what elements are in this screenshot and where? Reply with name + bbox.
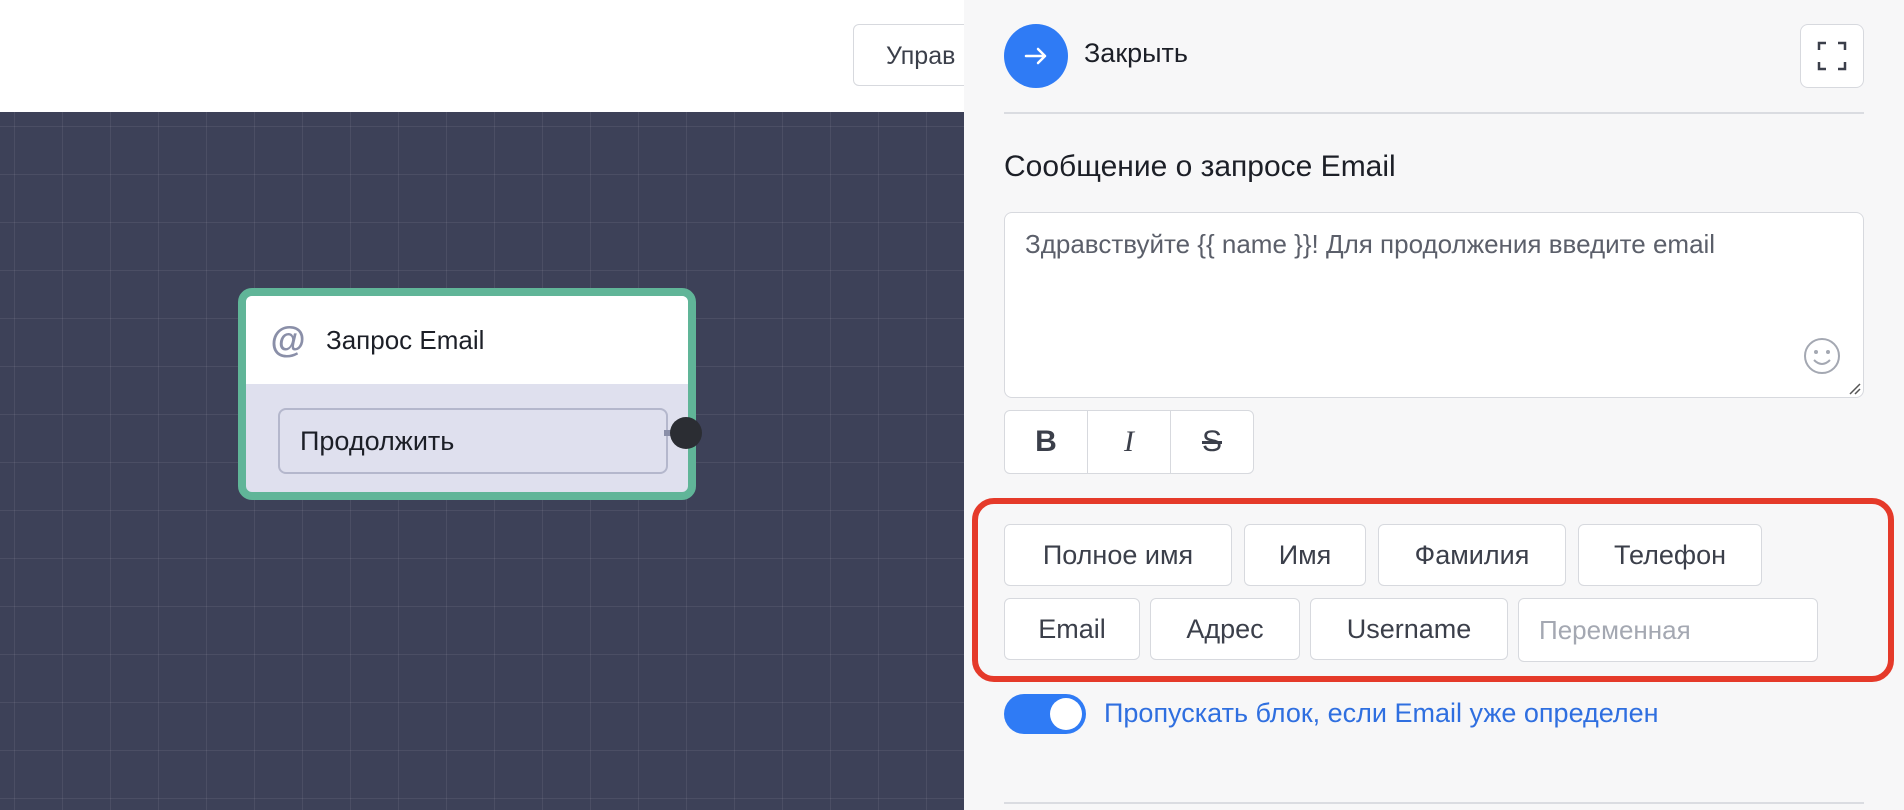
custom-variable-input[interactable]: Переменная	[1518, 598, 1818, 662]
at-sign-icon: @	[270, 319, 306, 360]
variable-chip-last-name[interactable]: Фамилия	[1378, 524, 1566, 586]
expand-button[interactable]	[1800, 24, 1864, 88]
toggle-knob	[1050, 698, 1082, 730]
strikethrough-icon: S	[1201, 425, 1222, 458]
bold-icon: B	[1035, 425, 1057, 458]
settings-panel: Закрыть Сообщение о запросе Email Здравс…	[964, 0, 1904, 810]
header-divider	[1004, 112, 1864, 114]
variable-chip-address[interactable]: Адрес	[1150, 598, 1300, 660]
italic-button[interactable]: I	[1088, 411, 1171, 473]
variable-chip-email[interactable]: Email	[1004, 598, 1140, 660]
skip-if-defined-toggle[interactable]	[1004, 694, 1086, 734]
format-toolbar: B I S	[1004, 410, 1254, 474]
variable-chip-first-name[interactable]: Имя	[1244, 524, 1366, 586]
footer-divider	[1004, 802, 1864, 804]
fullscreen-icon	[1817, 41, 1847, 71]
section-title: Сообщение о запросе Email	[1004, 150, 1396, 183]
message-textarea[interactable]: Здравствуйте {{ name }}! Для продолжения…	[1004, 212, 1864, 398]
emoji-icon[interactable]	[1803, 337, 1841, 375]
skip-if-defined-label[interactable]: Пропускать блок, если Email уже определе…	[1104, 698, 1659, 729]
variable-chip-username[interactable]: Username	[1310, 598, 1508, 660]
variable-chip-full-name[interactable]: Полное имя	[1004, 524, 1232, 586]
continue-button[interactable]: Продолжить	[278, 408, 668, 474]
arrow-right-icon	[1024, 47, 1047, 65]
italic-icon: I	[1124, 425, 1134, 458]
bold-button[interactable]: B	[1005, 411, 1088, 473]
variable-chip-phone[interactable]: Телефон	[1578, 524, 1762, 586]
strikethrough-button[interactable]: S	[1171, 411, 1253, 473]
close-button[interactable]	[1004, 24, 1068, 88]
node-title: Запрос Email	[326, 324, 485, 355]
resize-handle-icon[interactable]	[1845, 379, 1861, 395]
output-connector-handle[interactable]	[670, 417, 702, 449]
message-text: Здравствуйте {{ name }}! Для продолжения…	[1025, 229, 1716, 259]
close-label[interactable]: Закрыть	[1084, 38, 1188, 69]
email-request-node[interactable]: @ Запрос Email Продолжить	[238, 288, 696, 500]
node-header: @ Запрос Email	[246, 296, 688, 384]
